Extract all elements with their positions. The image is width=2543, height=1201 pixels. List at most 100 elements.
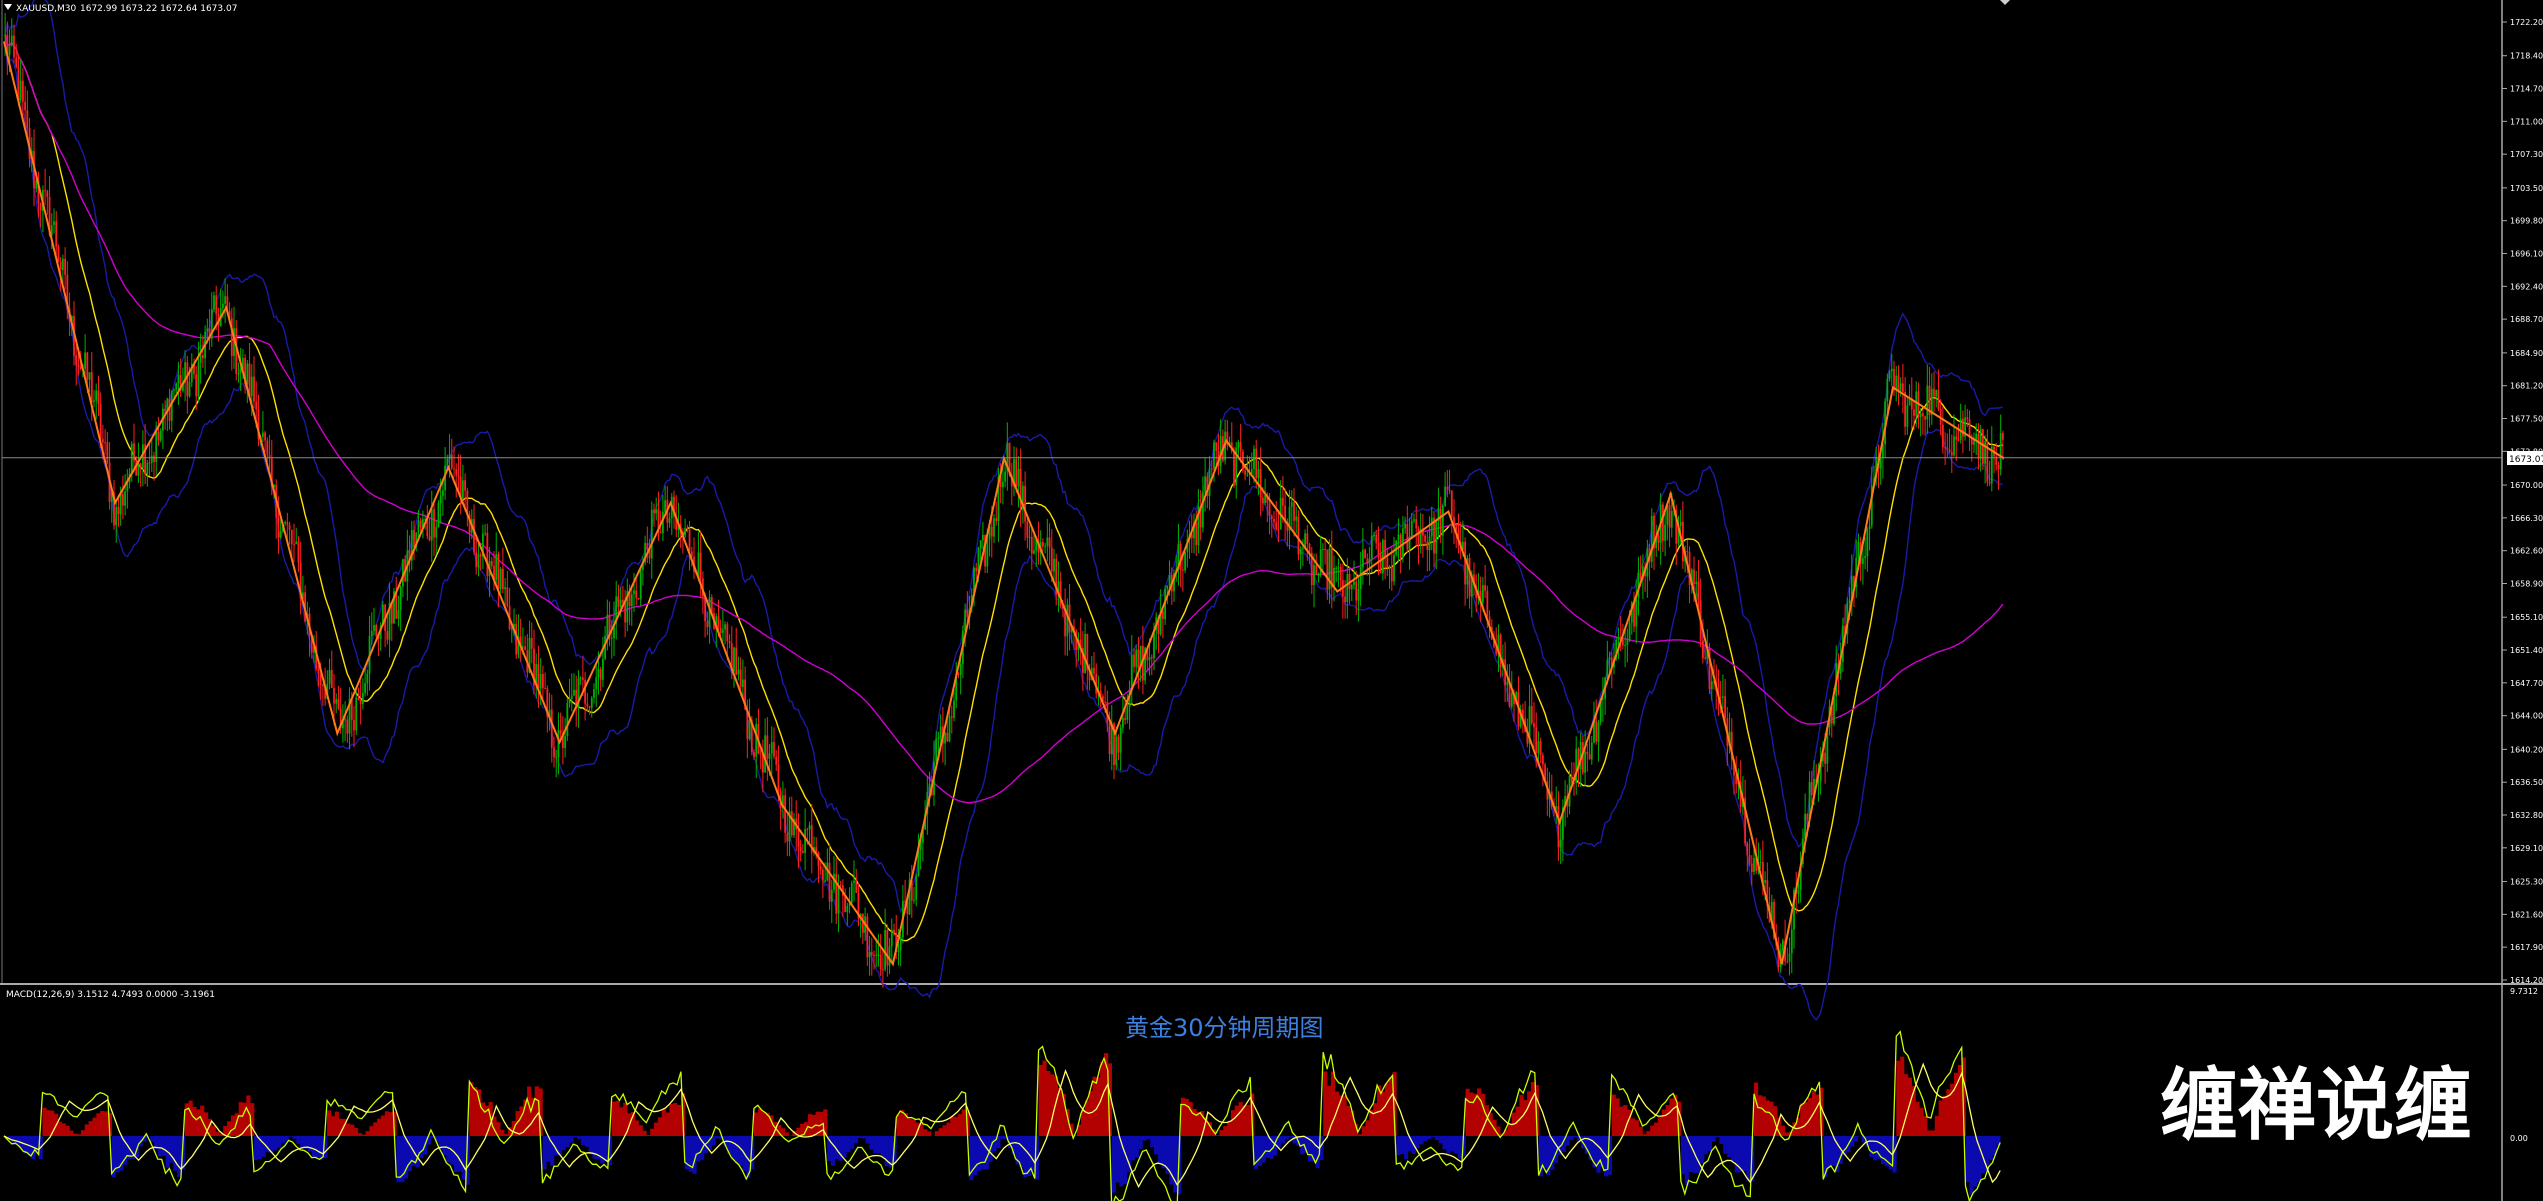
candle-body — [201, 355, 204, 359]
candle-body — [15, 57, 18, 67]
candle-body — [524, 646, 527, 651]
candle-body — [1195, 522, 1198, 546]
candle-body — [1697, 581, 1700, 601]
candle-body — [1533, 723, 1535, 728]
macd-bar — [100, 1110, 105, 1136]
candle-body — [1364, 549, 1367, 559]
candle-body — [1246, 474, 1249, 476]
macd-bar — [1973, 1136, 1978, 1187]
candle-body — [464, 480, 467, 491]
candle-body — [57, 246, 60, 262]
macd-bar — [861, 1136, 866, 1139]
candle-body — [1261, 497, 1264, 503]
candle-body — [875, 954, 878, 956]
candle-body — [1046, 537, 1049, 546]
macd-bar — [634, 1120, 639, 1136]
candle-body — [853, 880, 855, 883]
candle-body — [797, 829, 800, 848]
candle-body — [801, 851, 804, 853]
candle-body — [475, 552, 478, 568]
candle-body — [1897, 375, 1900, 391]
candle-body — [773, 742, 775, 757]
price-tick-label: 1662.60 — [2510, 547, 2543, 556]
candle-body — [119, 493, 122, 515]
macd-bar — [1919, 1107, 1924, 1136]
candle-body — [1317, 573, 1320, 575]
candle-body — [686, 528, 689, 530]
macd-bar — [1904, 1074, 1909, 1136]
candle-body — [1664, 524, 1667, 541]
candle-body — [504, 587, 507, 590]
candle-body — [1617, 637, 1620, 640]
candle-body — [621, 599, 624, 603]
macd-bar — [1923, 1115, 1928, 1136]
candle-body — [1410, 520, 1413, 537]
candle-body — [1121, 718, 1124, 728]
macd-bar — [150, 1136, 155, 1143]
candle-body — [1864, 556, 1867, 559]
candle-body — [84, 352, 87, 369]
candle-body — [206, 328, 209, 332]
macd-bar — [946, 1122, 951, 1136]
macd-bar — [642, 1130, 647, 1136]
candle-body — [1381, 540, 1384, 574]
candle-body — [1344, 596, 1347, 602]
candle-body — [133, 443, 135, 462]
price-tick-label: 1614.20 — [2510, 976, 2543, 985]
macd-bar — [1434, 1136, 1439, 1141]
candle-body — [599, 669, 602, 680]
candle-body — [890, 929, 893, 947]
macd-bar — [1746, 1136, 1751, 1182]
candle-body — [366, 673, 369, 684]
macd-bar — [1934, 1115, 1939, 1136]
macd-bar — [1454, 1136, 1459, 1154]
candle-body — [555, 757, 558, 759]
macd-bar — [1988, 1136, 1993, 1161]
candle-body — [373, 624, 375, 631]
candle-body — [295, 541, 298, 545]
macd-bar — [842, 1136, 847, 1158]
macd-bar — [1442, 1136, 1447, 1150]
macd-bar — [365, 1131, 370, 1136]
macd-bar — [1680, 1136, 1686, 1175]
macd-bar — [1938, 1100, 1943, 1136]
candle-body — [1946, 448, 1949, 450]
macd-bar — [1804, 1101, 1809, 1136]
candle-body — [650, 509, 653, 559]
macd-bar — [542, 1136, 547, 1170]
price-tick-label: 1617.90 — [2510, 943, 2543, 952]
macd-bar — [869, 1136, 874, 1150]
candle-body — [1397, 534, 1400, 541]
candle-body — [1624, 644, 1627, 646]
candle-body — [90, 372, 93, 403]
candle-body — [497, 554, 500, 589]
candle-body — [884, 930, 887, 970]
macd-bar — [215, 1131, 220, 1136]
candle-body — [499, 568, 502, 589]
ohlc-quote: 1672.99 1673.22 1672.64 1673.07 — [80, 4, 237, 14]
candle-body — [486, 532, 489, 576]
candle-body — [266, 440, 269, 455]
candle-body — [699, 552, 702, 579]
candle-body — [1924, 416, 1927, 420]
macd-bar — [880, 1136, 886, 1157]
macd-bar — [846, 1136, 851, 1153]
candle-body — [1044, 545, 1047, 547]
price-tick-label: 1629.10 — [2510, 844, 2543, 853]
macd-bar — [1930, 1130, 1936, 1136]
candle-body — [568, 698, 571, 704]
candle-body — [130, 443, 133, 474]
candle-body — [1530, 706, 1533, 724]
candle-body — [1888, 371, 1891, 379]
macd-bar — [396, 1136, 401, 1183]
candle-body — [293, 544, 295, 546]
candle-body — [959, 663, 962, 675]
candle-body — [717, 616, 720, 628]
macd-axis-zero: 0.00 — [2510, 1134, 2528, 1143]
macd-bar — [1242, 1105, 1247, 1136]
macd-bar — [1915, 1101, 1920, 1136]
candle-body — [633, 590, 635, 595]
candle-body — [1786, 961, 1789, 963]
candle-body — [737, 669, 740, 675]
candle-body — [846, 905, 849, 913]
